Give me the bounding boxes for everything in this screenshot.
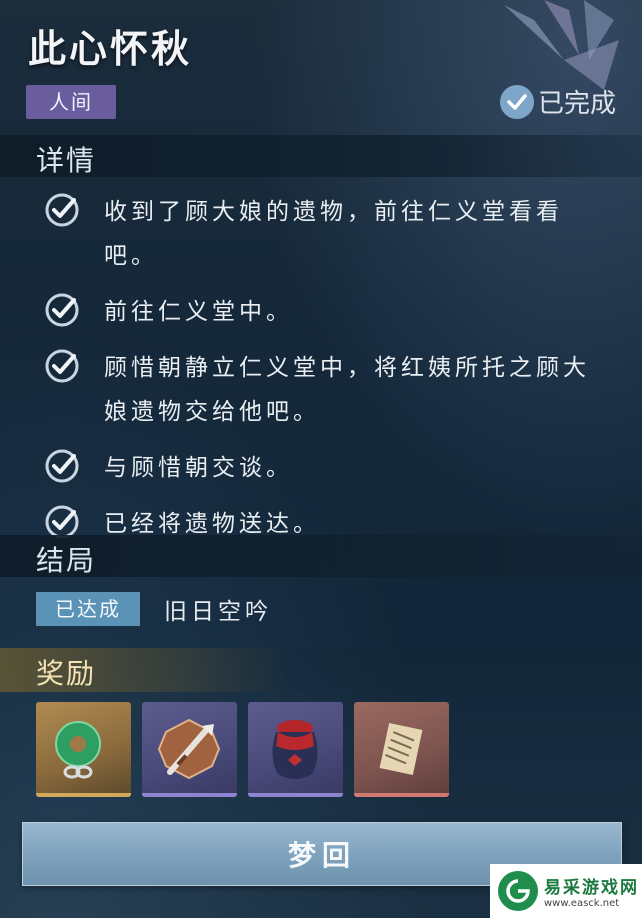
watermark-text: 易采游戏网 www.easck.net — [544, 873, 639, 909]
jade-pendant-icon — [55, 721, 101, 779]
realm-tag: 人间 — [26, 85, 116, 119]
watermark-title: 易采游戏网 — [544, 878, 639, 898]
site-logo-icon — [498, 871, 538, 911]
wine-jar-icon — [272, 720, 318, 779]
rewards-header-label: 奖励 — [36, 657, 97, 690]
site-watermark: 易采游戏网 www.easck.net — [490, 864, 642, 918]
watermark-url: www.easck.net — [544, 898, 620, 909]
details-section-header: 详情 — [0, 135, 642, 177]
ending-achieved-badge: 已达成 — [36, 592, 140, 626]
status-label: 已完成 — [537, 89, 616, 119]
reward-slot-wine-jar[interactable] — [248, 702, 343, 797]
dream-button-label: 梦回 — [287, 839, 356, 872]
ending-name: 旧日空吟 — [164, 599, 272, 625]
completion-status: 已完成 — [499, 83, 616, 120]
check-icon — [45, 193, 79, 227]
check-icon — [45, 349, 79, 383]
butterfly-wing-decoration — [504, 0, 619, 90]
ending-header-label: 结局 — [36, 544, 97, 577]
task-item: 顾惜朝静立仁义堂中，将红姨所托之顾大娘遗物交给他吧。 — [44, 346, 624, 434]
checkmark-circle-icon — [499, 84, 534, 119]
task-text: 顾惜朝静立仁义堂中，将红姨所托之顾大娘遗物交给他吧。 — [104, 355, 590, 425]
rewards-section-header: 奖励 — [0, 648, 642, 692]
task-item: 收到了顾大娘的遗物，前往仁义堂看看吧。 — [44, 190, 624, 278]
task-item: 与顾惜朝交谈。 — [44, 446, 624, 490]
scroll-letter-icon — [379, 722, 423, 776]
task-item: 前往仁义堂中。 — [44, 290, 624, 334]
check-icon — [45, 293, 79, 327]
task-list: 收到了顾大娘的遗物，前往仁义堂看看吧。 前往仁义堂中。 顾惜朝静立仁义堂中，将红… — [44, 190, 624, 558]
reward-slot-letter[interactable] — [354, 702, 449, 797]
reward-slot-jade-pendant[interactable] — [36, 702, 131, 797]
ending-section-header: 结局 — [0, 535, 642, 577]
ending-row: 已达成 旧日空吟 — [36, 592, 272, 626]
dagger-icon — [157, 718, 221, 780]
reward-list — [36, 702, 449, 797]
task-text: 前往仁义堂中。 — [104, 299, 293, 325]
reward-slot-dagger[interactable] — [142, 702, 237, 797]
task-text: 收到了顾大娘的遗物，前往仁义堂看看吧。 — [104, 199, 563, 269]
quest-title: 此心怀秋 — [28, 26, 193, 71]
check-icon — [45, 449, 79, 483]
quest-detail-panel: 此心怀秋 人间 已完成 详情 收到了顾大娘的遗物，前往仁义堂看看吧。 前往仁义堂… — [0, 0, 642, 918]
task-text: 与顾惜朝交谈。 — [104, 455, 293, 481]
details-header-label: 详情 — [36, 144, 97, 177]
